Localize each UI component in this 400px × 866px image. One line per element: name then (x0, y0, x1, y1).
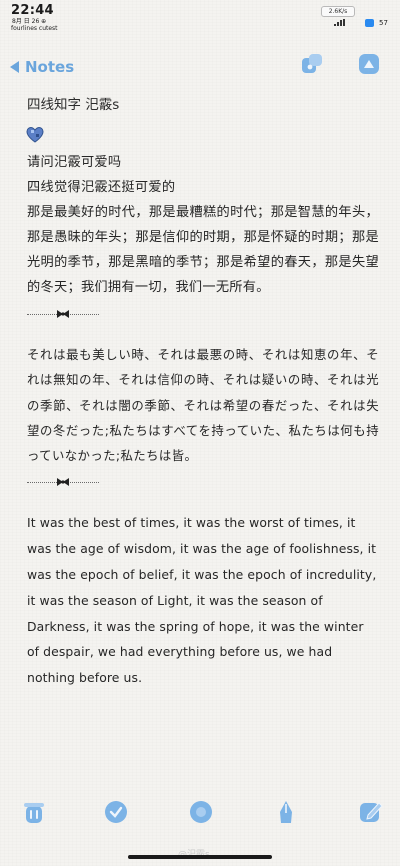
pen-icon[interactable] (274, 800, 298, 824)
bottom-toolbar (0, 795, 400, 831)
signal-icon (334, 19, 348, 26)
edit-icon[interactable] (359, 800, 383, 824)
note-cn-paragraph: 那是最美好的时代，那是最糟糕的时代；那是智慧的年头，那是愚昧的年头；那是信仰的时… (27, 205, 379, 295)
battery-icon (365, 19, 374, 27)
status-date: 8月 日 26 ⊕ (12, 18, 47, 25)
checklist-icon[interactable] (104, 800, 128, 824)
note-question: 请问汜霰可爱吗 (27, 155, 122, 170)
delete-icon[interactable] (22, 800, 46, 824)
network-speed: 2.6K/s (321, 6, 355, 17)
note-jp-paragraph: それは最も美しい時、それは最悪の時、それは知恵の年、それは無知の年、それは信仰の… (27, 347, 379, 464)
back-label: Notes (25, 58, 75, 76)
back-arrow-icon (10, 61, 19, 73)
note-toolbar: Notes (0, 50, 400, 80)
theme-icon[interactable] (358, 53, 380, 75)
battery-level: 57 (379, 19, 388, 27)
note-en-paragraph: It was the best of times, it was the wor… (27, 515, 377, 686)
note-answer: 四线觉得汜霰还挺可爱的 (27, 180, 176, 195)
note-title: 四线知字 汜霰s (27, 97, 120, 113)
export-icon[interactable] (301, 53, 323, 75)
bow-divider-2 (27, 470, 379, 496)
home-indicator[interactable] (128, 855, 272, 859)
note-content[interactable]: 四线知字 汜霰s 请问汜霰可爱吗 四线觉得汜霰还挺可爱的 那是最美好的时代，那是… (26, 88, 379, 691)
status-subtitle: fourlines cutest (11, 25, 58, 32)
record-icon[interactable] (189, 800, 213, 824)
bow-icon (57, 476, 69, 489)
bow-divider (27, 302, 379, 328)
back-button[interactable]: Notes (10, 58, 74, 76)
heart-icon (26, 126, 44, 144)
status-icons (334, 19, 348, 26)
bow-icon (57, 308, 69, 320)
status-bar: 22:44 8月 日 26 ⊕ fourlines cutest 2.6K/s … (0, 0, 400, 40)
